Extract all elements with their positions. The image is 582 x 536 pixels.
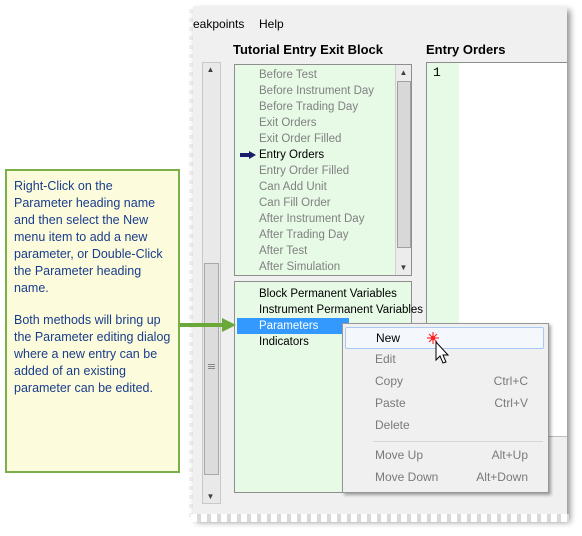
context-paste[interactable]: Paste Ctrl+V (345, 393, 544, 413)
function-item[interactable]: After Instrument Day (259, 211, 364, 227)
scroll-up-icon[interactable]: ▲ (396, 65, 411, 80)
context-move-down-label: Move Down (375, 470, 439, 484)
menu-breakpoints[interactable]: eakpoints (193, 17, 244, 31)
line-number: 1 (433, 65, 441, 80)
active-arrow-icon (240, 151, 256, 159)
context-move-up-label: Move Up (375, 448, 424, 462)
variable-item[interactable]: Indicators (259, 334, 309, 350)
menu-help[interactable]: Help (259, 17, 284, 31)
function-item[interactable]: Entry Order Filled (259, 163, 349, 179)
cursor-click-icon (427, 332, 450, 364)
function-item[interactable]: Before Trading Day (259, 99, 358, 115)
torn-bottom-edge (191, 514, 569, 522)
context-move-down-shortcut: Alt+Down (476, 470, 528, 484)
function-item[interactable]: After Simulation (259, 259, 340, 275)
editor-title: Entry Orders (426, 42, 506, 57)
menu-separator (373, 441, 543, 442)
context-paste-label: Paste (375, 396, 406, 410)
menu-bar: eakpoints Help (193, 15, 567, 33)
callout-arrow-icon (180, 318, 236, 332)
function-item[interactable]: Before Test (259, 67, 317, 83)
scroll-down-icon[interactable]: ▼ (396, 260, 411, 275)
function-item[interactable]: After Trading Day (259, 227, 348, 243)
context-delete-label: Delete (375, 418, 410, 432)
callout-paragraph: Right-Click on the Parameter heading nam… (14, 179, 163, 295)
function-item[interactable]: Can Fill Order (259, 195, 331, 211)
context-paste-shortcut: Ctrl+V (494, 396, 528, 410)
context-move-up[interactable]: Move Up Alt+Up (345, 445, 544, 465)
block-title: Tutorial Entry Exit Block (233, 42, 384, 57)
function-list: Before Test Before Instrument Day Before… (234, 64, 412, 276)
tutorial-callout: Right-Click on the Parameter heading nam… (5, 169, 180, 473)
function-item[interactable]: Can Add Unit (259, 179, 327, 195)
function-item[interactable]: Exit Order Filled (259, 131, 341, 147)
variable-item-parameters[interactable]: Parameters (237, 318, 349, 334)
outer-scroll-thumb[interactable] (204, 263, 219, 475)
function-list-scrollbar[interactable]: ▲ ▼ (395, 65, 411, 275)
context-copy-shortcut: Ctrl+C (493, 374, 528, 388)
function-item[interactable]: Before Instrument Day (259, 83, 374, 99)
outer-scrollbar[interactable]: ▲ ▼ (202, 62, 221, 504)
grip-icon (208, 364, 215, 365)
context-move-down[interactable]: Move Down Alt+Down (345, 467, 544, 487)
function-scroll-thumb[interactable] (397, 81, 411, 248)
context-copy[interactable]: Copy Ctrl+C (345, 371, 544, 391)
scroll-up-icon[interactable]: ▲ (203, 65, 218, 74)
function-item[interactable]: After Test (259, 243, 307, 259)
context-new-label: New (376, 331, 401, 345)
variable-item[interactable]: Block Permanent Variables (259, 286, 397, 302)
context-copy-label: Copy (375, 374, 404, 388)
context-delete[interactable]: Delete (345, 415, 544, 435)
context-move-up-shortcut: Alt+Up (491, 448, 528, 462)
scroll-down-icon[interactable]: ▼ (203, 492, 218, 501)
variable-item[interactable]: Instrument Permanent Variables (259, 302, 423, 318)
callout-paragraph: Both methods will bring up the Parameter… (14, 313, 171, 395)
function-item-active[interactable]: Entry Orders (259, 147, 324, 163)
function-item[interactable]: Exit Orders (259, 115, 317, 131)
context-edit-label: Edit (375, 352, 396, 366)
